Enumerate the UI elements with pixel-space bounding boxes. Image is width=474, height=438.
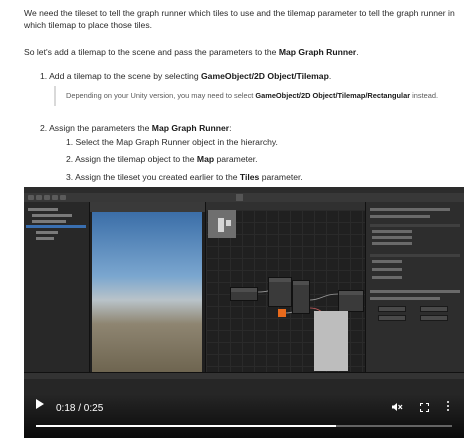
graph-orange-node xyxy=(278,309,286,317)
tool-scale-icon xyxy=(52,195,58,200)
play-icon[interactable] xyxy=(36,399,44,409)
hierarchy-row-selected xyxy=(26,225,86,228)
inspector-row xyxy=(372,260,402,263)
note-menu-path: GameObject/2D Object/Tilemap/Rectangular xyxy=(255,91,411,100)
inspector-row xyxy=(370,208,450,211)
tool-move-icon xyxy=(36,195,42,200)
substep-1: 1. Select the Map Graph Runner object in… xyxy=(66,137,278,147)
unity-play-icon xyxy=(236,194,243,201)
unity-graph-editor xyxy=(205,202,366,372)
step-2-bold: Map Graph Runner xyxy=(151,123,230,133)
video-progress-fill xyxy=(36,425,336,427)
tool-rotate-icon xyxy=(44,195,50,200)
inspector-row xyxy=(372,276,402,279)
video-time: 0:18 / 0:25 xyxy=(56,403,104,414)
graph-texture-preview xyxy=(314,311,348,371)
hierarchy-row xyxy=(32,214,72,217)
tutorial-video[interactable]: 0:18 / 0:25 xyxy=(24,187,464,438)
inspector-button xyxy=(420,315,448,321)
step-2: 2. Assign the parameters the Map Graph R… xyxy=(40,123,232,133)
scene-view-header xyxy=(90,202,205,212)
intro-paragraph: We need the tileset to tell the graph ru… xyxy=(24,8,455,31)
step-1: 1. Add a tilemap to the scene by selecti… xyxy=(40,71,332,81)
step-1-menu-path: GameObject/2D Object/Tilemap xyxy=(201,71,329,81)
unity-toolbar xyxy=(24,193,464,202)
graph-node xyxy=(268,277,292,307)
hierarchy-row xyxy=(32,220,66,223)
graph-node xyxy=(292,280,310,314)
version-note: Depending on your Unity version, you may… xyxy=(54,86,464,106)
more-vertical-icon[interactable] xyxy=(446,401,450,413)
unity-inspector-panel xyxy=(365,202,464,372)
substep-2: 2. Assign the tilemap object to the Map … xyxy=(66,154,258,164)
inspector-row xyxy=(372,236,412,239)
scene-skybox xyxy=(92,212,202,372)
inspector-row xyxy=(372,230,412,233)
inspector-button xyxy=(420,306,448,312)
lead-bold: Map Graph Runner xyxy=(278,47,357,57)
unity-scene-view xyxy=(90,202,205,372)
volume-muted-icon[interactable] xyxy=(391,402,403,412)
video-progress-track[interactable] xyxy=(36,425,452,427)
unity-hierarchy-panel xyxy=(24,202,90,372)
hierarchy-row xyxy=(36,237,54,240)
hierarchy-row xyxy=(36,231,58,234)
inspector-row xyxy=(372,268,402,271)
inspector-row xyxy=(370,215,430,218)
inspector-row xyxy=(370,254,460,257)
lead-paragraph: So let's add a tilemap to the scene and … xyxy=(24,47,359,57)
article-page: We need the tileset to tell the graph ru… xyxy=(0,0,474,438)
hierarchy-row xyxy=(28,208,58,211)
inspector-button xyxy=(378,306,406,312)
graph-output-node xyxy=(338,290,364,312)
substep-3: 3. Assign the tileset you created earlie… xyxy=(66,172,303,182)
project-tabs xyxy=(24,373,464,379)
graph-node xyxy=(230,287,258,301)
tool-rect-icon xyxy=(60,195,66,200)
tool-hand-icon xyxy=(28,195,34,200)
inspector-button xyxy=(378,315,406,321)
fullscreen-icon[interactable] xyxy=(420,403,429,412)
inspector-row xyxy=(370,290,460,293)
inspector-row xyxy=(370,224,460,227)
inspector-row xyxy=(372,242,412,245)
inspector-row xyxy=(370,297,440,300)
